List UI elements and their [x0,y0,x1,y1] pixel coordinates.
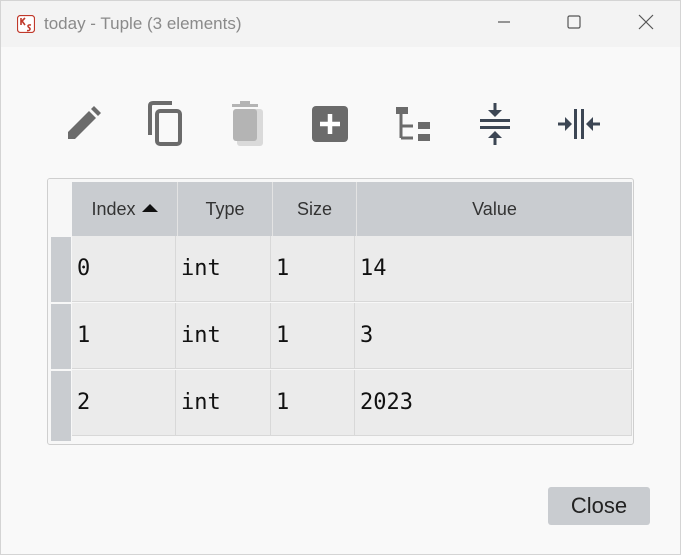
column-header-value[interactable]: Value [357,182,632,236]
column-header-type[interactable]: Type [178,182,273,236]
tuple-table[interactable]: Index Type Size Value 0 int 1 14 1 int 1… [47,178,634,445]
app-icon [16,14,36,34]
table-cell[interactable]: 1 [271,370,355,436]
table-cell[interactable]: int [176,236,271,302]
row-header[interactable] [51,304,71,369]
close-icon [638,14,654,35]
column-header-label: Index [91,198,136,219]
table-cell[interactable]: 1 [72,303,176,369]
insert-button[interactable] [307,101,353,151]
table-cell[interactable]: 2 [72,370,176,436]
table-cell[interactable]: 1 [271,303,355,369]
tree-icon [393,104,433,149]
title-bar[interactable]: today - Tuple (3 elements) [1,1,680,47]
minimize-icon [497,15,511,34]
column-header-label: Value [472,198,517,219]
column-header-label: Type [205,198,245,219]
collapse-rows-button[interactable] [472,101,518,151]
maximize-icon [567,14,581,34]
compress-vertical-icon [475,102,515,151]
window-close-button[interactable] [623,1,669,47]
sort-ascending-icon [141,203,158,212]
table-cell[interactable]: 0 [72,236,176,302]
table-cell[interactable]: 1 [271,236,355,302]
delete-button[interactable] [223,100,269,153]
table-cell[interactable]: 14 [355,236,632,302]
trash-icon [225,100,267,153]
column-header-size[interactable]: Size [273,182,357,236]
row-header[interactable] [51,371,71,441]
window-title: today - Tuple (3 elements) [44,14,242,33]
table-cell[interactable]: int [176,303,271,369]
minimize-button[interactable] [481,1,527,47]
close-button[interactable]: Close [548,487,650,525]
compress-horizontal-icon [557,104,601,149]
tree-view-button[interactable] [390,101,436,151]
tuple-editor-window: today - Tuple (3 elements) Index Type Si… [0,0,681,555]
row-header[interactable] [51,237,71,302]
table-cell[interactable]: 2023 [355,370,632,436]
pencil-icon [63,104,103,149]
column-header-label: Size [296,198,332,219]
column-header-index[interactable]: Index [72,182,178,236]
table-cell[interactable]: 3 [355,303,632,369]
copy-button[interactable] [141,100,187,152]
table-corner [48,179,72,236]
copy-icon [144,100,184,152]
plus-box-icon [311,105,349,148]
collapse-columns-button[interactable] [556,101,602,151]
table-cell[interactable]: int [176,370,271,436]
edit-button[interactable] [60,101,106,151]
maximize-button[interactable] [551,1,597,47]
